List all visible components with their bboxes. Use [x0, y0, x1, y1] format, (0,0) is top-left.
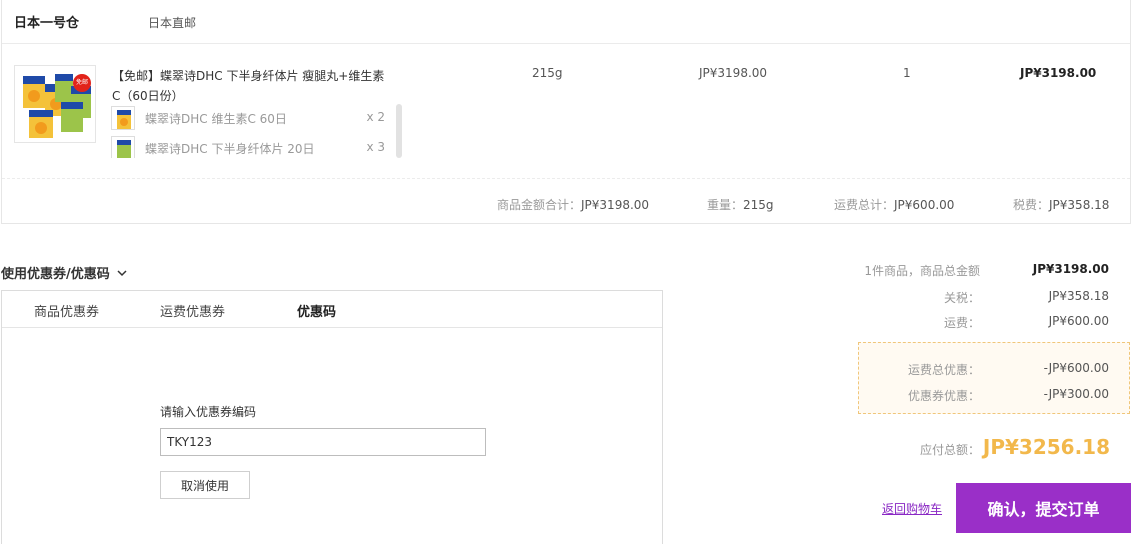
freight-label: 运费： — [943, 316, 980, 330]
duty-label: 关税： — [943, 291, 980, 305]
product-price: JP¥3198.00 — [699, 66, 768, 80]
divider — [2, 178, 1130, 179]
warehouse-name: 日本一号仓 — [14, 16, 80, 31]
bundle-item-thumbnail — [111, 106, 135, 130]
tab-shipping-coupon[interactable]: 运费优惠券 — [160, 301, 225, 320]
tab-promo-code[interactable]: 优惠码 — [297, 301, 336, 320]
bundle-item-name: 蝶翠诗DHC 维生素C 60日 — [145, 112, 287, 126]
coupon-discount-label: 优惠券优惠： — [907, 389, 980, 403]
order-box: 日本一号仓 日本直邮 免邮 【免邮】蝶翠诗DHC 下半身纤体片 瘦腿丸+维生素C… — [1, 0, 1131, 224]
back-to-cart-link[interactable]: 返回购物车 — [882, 500, 942, 517]
tax-total: 税费：JP¥358.18 — [1013, 196, 1109, 213]
bundle-item-list[interactable]: 蝶翠诗DHC 维生素C 60日 x 2 蝶翠诗DHC 下半身纤体片 20日 x … — [111, 104, 403, 158]
discount-box — [858, 342, 1130, 414]
tab-product-coupon[interactable]: 商品优惠券 — [34, 301, 99, 320]
product-weight: 215g — [532, 66, 563, 80]
freight-discount-label: 运费总优惠： — [907, 363, 980, 377]
shipping-total-value: JP¥600.00 — [894, 198, 955, 212]
grand-total-value: JP¥3256.18 — [982, 435, 1110, 459]
tax-total-value: JP¥358.18 — [1049, 198, 1110, 212]
weight-total: 重量：215g — [707, 196, 774, 213]
bundle-item-name: 蝶翠诗DHC 下半身纤体片 20日 — [145, 142, 315, 156]
slimming-tablet-image-icon — [117, 140, 131, 158]
product-quantity: 1 — [903, 66, 911, 80]
goods-total-label: 商品金额合计： — [497, 198, 582, 212]
promo-code-label: 请输入优惠券编码 — [160, 405, 257, 419]
free-shipping-badge: 免邮 — [73, 74, 91, 92]
bundle-scrollbar[interactable] — [396, 104, 402, 158]
list-item: 蝶翠诗DHC 下半身纤体片 20日 x 3 — [111, 134, 403, 158]
cancel-coupon-button[interactable]: 取消使用 — [160, 471, 250, 499]
shipping-total: 运费总计：JP¥600.00 — [834, 196, 954, 213]
coupon-discount-value: -JP¥300.00 — [1043, 387, 1109, 401]
bundle-item-qty: x 3 — [366, 140, 385, 154]
bundle-item-qty: x 2 — [366, 110, 385, 124]
freight-discount-value: -JP¥600.00 — [1043, 361, 1109, 375]
weight-total-label: 重量： — [707, 198, 744, 212]
coupon-tabs: 商品优惠券 运费优惠券 优惠码 — [2, 291, 662, 328]
tax-total-label: 税费： — [1013, 198, 1050, 212]
coupon-panel: 商品优惠券 运费优惠券 优惠码 请输入优惠券编码 取消使用 — [1, 290, 663, 544]
duty-value: JP¥358.18 — [1048, 289, 1109, 303]
item-total-value: JP¥3198.00 — [1032, 262, 1109, 276]
coupon-toggle-label: 使用优惠券/优惠码 — [1, 267, 110, 282]
bundle-item-thumbnail — [111, 136, 135, 158]
submit-order-button[interactable]: 确认，提交订单 — [956, 483, 1131, 533]
goods-total-value: JP¥3198.00 — [581, 198, 650, 212]
vitamin-c-image-icon — [117, 110, 131, 129]
list-item: 蝶翠诗DHC 维生素C 60日 x 2 — [111, 104, 403, 134]
weight-total-value: 215g — [743, 198, 774, 212]
warehouse-header: 日本一号仓 日本直邮 — [2, 0, 1130, 44]
item-count-label: 1件商品，商品总金额 — [864, 264, 980, 278]
promo-code-input[interactable] — [160, 428, 486, 456]
grand-total-label: 应付总额： — [920, 443, 981, 457]
shipping-total-label: 运费总计： — [834, 198, 895, 212]
product-subtotal: JP¥3198.00 — [1020, 66, 1097, 80]
product-title[interactable]: 【免邮】蝶翠诗DHC 下半身纤体片 瘦腿丸+维生素C（60日份） — [112, 66, 392, 106]
chevron-down-icon — [117, 270, 127, 277]
product-thumbnail[interactable]: 免邮 — [14, 65, 96, 143]
shipping-method: 日本直邮 — [148, 16, 197, 30]
goods-total: 商品金额合计：JP¥3198.00 — [497, 196, 649, 213]
coupon-toggle[interactable]: 使用优惠券/优惠码 — [1, 263, 128, 282]
freight-value: JP¥600.00 — [1048, 314, 1109, 328]
